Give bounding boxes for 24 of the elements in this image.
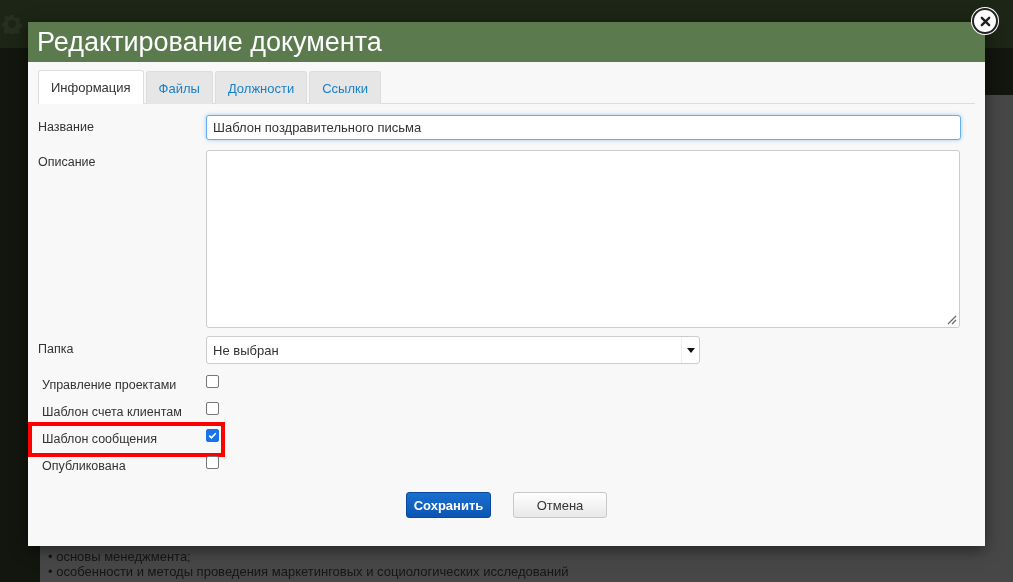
caret-icon [686,347,695,353]
dialog-title: Редактирование документа [37,26,382,58]
checkbox[interactable] [206,456,219,469]
field-label: Шаблон счета клиентам [42,404,183,421]
cancel-button[interactable]: Отмена [513,492,607,518]
close-icon [979,15,991,27]
tab[interactable]: Информация [38,70,144,104]
tab[interactable]: Файлы [145,71,213,104]
name-field[interactable]: Шаблон поздравительного письма [206,115,961,140]
description-field[interactable] [206,150,960,328]
checkbox[interactable] [206,429,219,442]
checkbox[interactable] [206,402,219,415]
field-label: Шаблон сообщения [42,431,158,448]
field-label: Название [38,119,95,136]
field-label: Описание [38,154,97,171]
folder-dropdown[interactable]: Не выбран [206,336,700,364]
field-label: Папка [38,341,75,358]
field-label: Управление проектами [42,377,178,394]
close-button[interactable] [972,8,998,34]
save-button[interactable]: Сохранить [406,492,491,518]
resize-grip-icon[interactable] [947,315,957,325]
checkbox[interactable] [206,375,219,388]
field-label: Опубликована [42,458,127,475]
tab[interactable]: Должности [214,71,308,104]
